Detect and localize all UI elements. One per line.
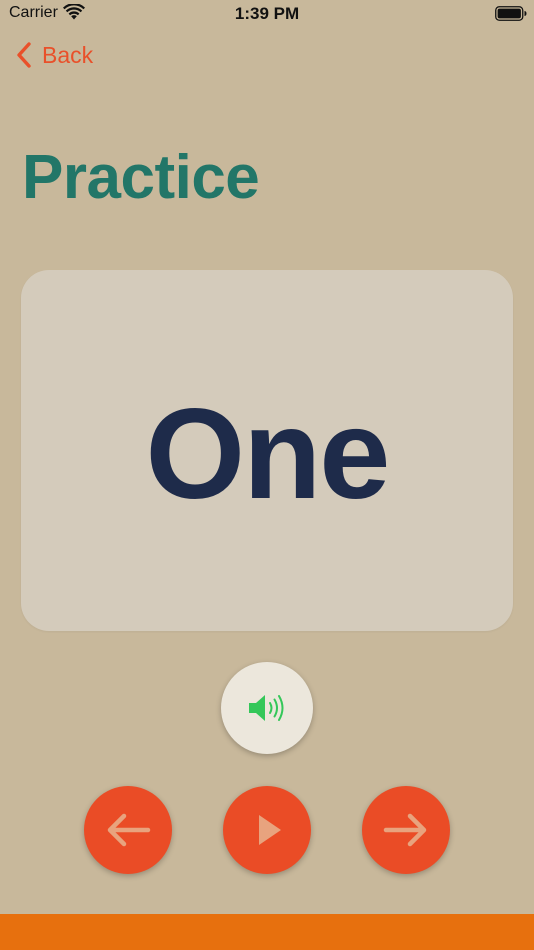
status-time: 1:39 PM	[234, 4, 300, 23]
play-sound-button[interactable]	[221, 662, 313, 754]
arrow-right-icon	[383, 813, 427, 847]
page-title: Practice	[22, 143, 260, 212]
bottom-bar	[0, 914, 534, 950]
next-button[interactable]	[362, 786, 450, 874]
chevron-left-icon	[17, 42, 31, 68]
flash-card: One	[21, 270, 513, 631]
arrow-left-icon	[107, 813, 151, 847]
speaker-icon	[249, 695, 284, 721]
play-icon	[259, 815, 281, 845]
back-label: Back	[42, 41, 94, 68]
previous-button[interactable]	[84, 786, 172, 874]
status-bar: Carrier 1:39 PM	[0, 0, 534, 28]
back-button[interactable]: Back	[14, 38, 93, 72]
battery-icon	[495, 6, 527, 21]
play-button[interactable]	[223, 786, 311, 874]
card-word: One	[145, 383, 391, 526]
